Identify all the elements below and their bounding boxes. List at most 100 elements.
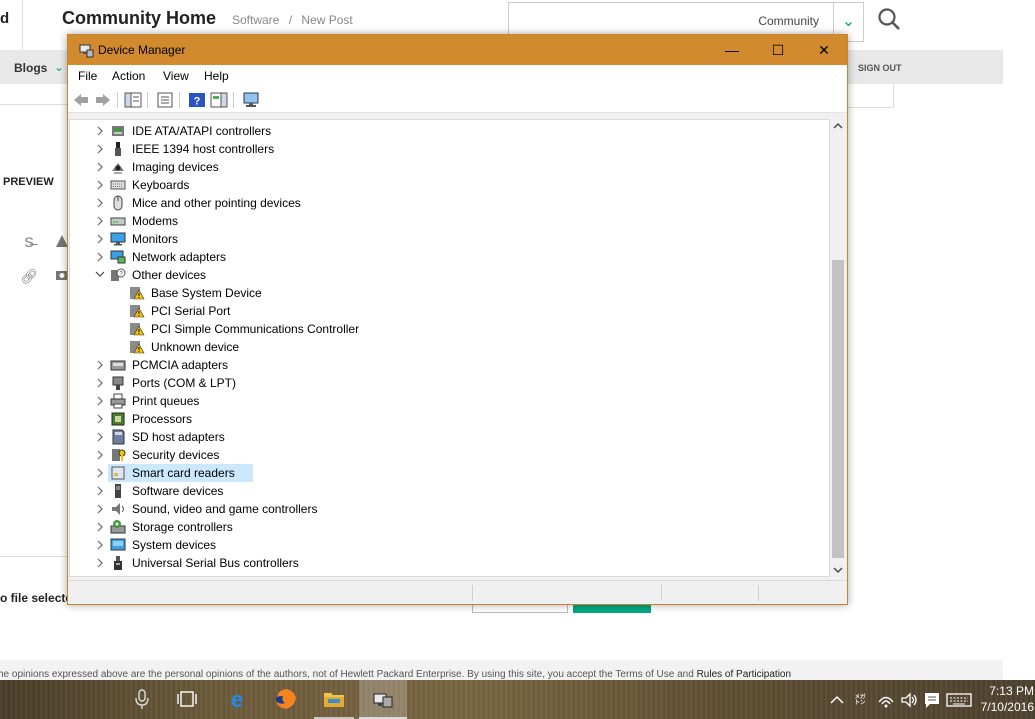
tree-category-row[interactable]: Modems	[70, 212, 829, 230]
status-divider	[661, 585, 662, 601]
scroll-up-icon[interactable]	[833, 122, 843, 130]
system-clock[interactable]: 7:13 PM 7/10/2016	[980, 683, 1034, 715]
page-scrollbar[interactable]	[1003, 50, 1035, 680]
file-explorer-icon[interactable]	[310, 680, 358, 719]
chevron-right-icon[interactable]	[94, 140, 106, 158]
tree-category-row[interactable]: Sound, video and game controllers	[70, 500, 829, 518]
properties-icon[interactable]	[156, 92, 174, 108]
link-icon[interactable]: 🔗︎	[20, 267, 38, 285]
microphone-icon[interactable]	[118, 680, 166, 719]
scroll-down-icon[interactable]	[833, 566, 843, 574]
rules-of-participation-link[interactable]: Rules of Participation	[697, 669, 792, 680]
page-title[interactable]: Community Home	[62, 8, 216, 29]
menu-view[interactable]: View	[163, 69, 189, 83]
breadcrumb-software[interactable]: Software	[232, 13, 279, 27]
preview-tab[interactable]: PREVIEW	[3, 176, 54, 188]
chevron-right-icon[interactable]	[94, 176, 106, 194]
menu-help[interactable]: Help	[204, 69, 229, 83]
chevron-right-icon[interactable]	[94, 356, 106, 374]
back-arrow-icon[interactable]	[72, 92, 90, 108]
search-scope-label[interactable]: Community	[758, 14, 819, 28]
chevron-right-icon[interactable]	[94, 212, 106, 230]
minimize-button[interactable]: —	[709, 35, 755, 65]
wifi-icon[interactable]	[876, 690, 896, 710]
chevron-right-icon[interactable]	[94, 410, 106, 428]
tree-category-row[interactable]: Security devices	[70, 446, 829, 464]
chevron-right-icon[interactable]	[94, 158, 106, 176]
chevron-right-icon[interactable]	[94, 374, 106, 392]
device-manager-taskbar-button[interactable]	[359, 680, 407, 719]
menu-bar: File Action View Help	[68, 65, 847, 87]
tree-category-row[interactable]: Monitors	[70, 230, 829, 248]
show-hide-console-tree-icon[interactable]	[124, 92, 142, 108]
tree-category-row[interactable]: Software devices	[70, 482, 829, 500]
forward-arrow-icon[interactable]	[94, 92, 112, 108]
site-footer: he opinions expressed above are the pers…	[0, 660, 1003, 680]
chevron-right-icon[interactable]	[94, 536, 106, 554]
strikethrough-icon[interactable]: S̶	[20, 233, 38, 251]
touch-keyboard-icon[interactable]	[946, 690, 972, 710]
search-icon[interactable]	[876, 6, 902, 32]
tree-device-row[interactable]: PCI Simple Communications Controller	[70, 320, 829, 338]
title-bar[interactable]: Device Manager — ☐ ✕	[68, 35, 847, 65]
chevron-right-icon[interactable]	[94, 230, 106, 248]
firefox-icon[interactable]	[262, 680, 310, 719]
tree-category-row[interactable]: Storage controllers	[70, 518, 829, 536]
tree-category-row[interactable]: System devices	[70, 536, 829, 554]
tree-category-row[interactable]: Mice and other pointing devices	[70, 194, 829, 212]
help-icon[interactable]: ?	[188, 92, 206, 108]
chevron-right-icon[interactable]	[94, 554, 106, 572]
tree-category-row[interactable]: Imaging devices	[70, 158, 829, 176]
sign-out-link[interactable]: SIGN OUT	[858, 63, 902, 73]
menu-action[interactable]: Action	[112, 69, 145, 83]
tree-device-row[interactable]: PCI Serial Port	[70, 302, 829, 320]
chevron-right-icon[interactable]	[94, 392, 106, 410]
tree-category-row[interactable]: Universal Serial Bus controllers	[70, 554, 829, 572]
volume-icon[interactable]	[899, 690, 919, 710]
scrollbar-thumb[interactable]	[832, 260, 844, 558]
device-manager-icon	[79, 44, 94, 58]
action-center-icon[interactable]	[922, 690, 942, 710]
tree-category-row[interactable]: PCMCIA adapters	[70, 356, 829, 374]
nav-blogs[interactable]: Blogs	[14, 61, 47, 75]
tree-scrollbar[interactable]	[830, 119, 846, 577]
chevron-right-icon[interactable]	[94, 518, 106, 536]
chevron-right-icon[interactable]	[94, 122, 106, 140]
tree-category-row[interactable]: IEEE 1394 host controllers	[70, 140, 829, 158]
tree-device-row[interactable]: Unknown device	[70, 338, 829, 356]
tree-device-row[interactable]: Base System Device	[70, 284, 829, 302]
tree-category-row[interactable]: Keyboards	[70, 176, 829, 194]
cancel-button[interactable]	[472, 605, 568, 613]
tree-category-row[interactable]: Network adapters	[70, 248, 829, 266]
chevron-down-icon[interactable]: ⌄	[54, 60, 64, 74]
task-view-icon[interactable]	[163, 680, 211, 719]
chevron-up-icon[interactable]	[827, 690, 847, 710]
tree-category-row[interactable]: Ports (COM & LPT)	[70, 374, 829, 392]
chevron-right-icon[interactable]	[94, 446, 106, 464]
input-indicator-icon[interactable]: ㍌	[850, 690, 870, 710]
chevron-right-icon[interactable]	[94, 482, 106, 500]
tree-category-row[interactable]: Processors	[70, 410, 829, 428]
chevron-down-icon[interactable]	[94, 266, 106, 284]
device-tree[interactable]: IDE ATA/ATAPI controllers IEEE 1394 host …	[69, 119, 830, 577]
divider	[0, 104, 68, 105]
warning-device-icon	[130, 287, 145, 300]
warning-device-icon	[130, 341, 145, 354]
close-button[interactable]: ✕	[801, 35, 847, 65]
tree-category-row[interactable]: ? Other devices	[70, 266, 829, 284]
chevron-right-icon[interactable]	[94, 428, 106, 446]
action-pane-icon[interactable]	[210, 92, 228, 108]
scan-hardware-changes-icon[interactable]	[242, 92, 260, 108]
chevron-right-icon[interactable]	[94, 464, 106, 482]
menu-file[interactable]: File	[78, 69, 97, 83]
chevron-right-icon[interactable]	[94, 500, 106, 518]
post-button[interactable]	[573, 605, 651, 613]
tree-category-row[interactable]: IDE ATA/ATAPI controllers	[70, 122, 829, 140]
chevron-right-icon[interactable]	[94, 194, 106, 212]
tree-category-row[interactable]: SD host adapters	[70, 428, 829, 446]
tree-category-row[interactable]: Print queues	[70, 392, 829, 410]
chevron-right-icon[interactable]	[94, 248, 106, 266]
edge-icon[interactable]: e	[213, 680, 261, 719]
tree-category-row[interactable]: Smart card readers	[70, 464, 829, 482]
maximize-button[interactable]: ☐	[755, 35, 801, 65]
